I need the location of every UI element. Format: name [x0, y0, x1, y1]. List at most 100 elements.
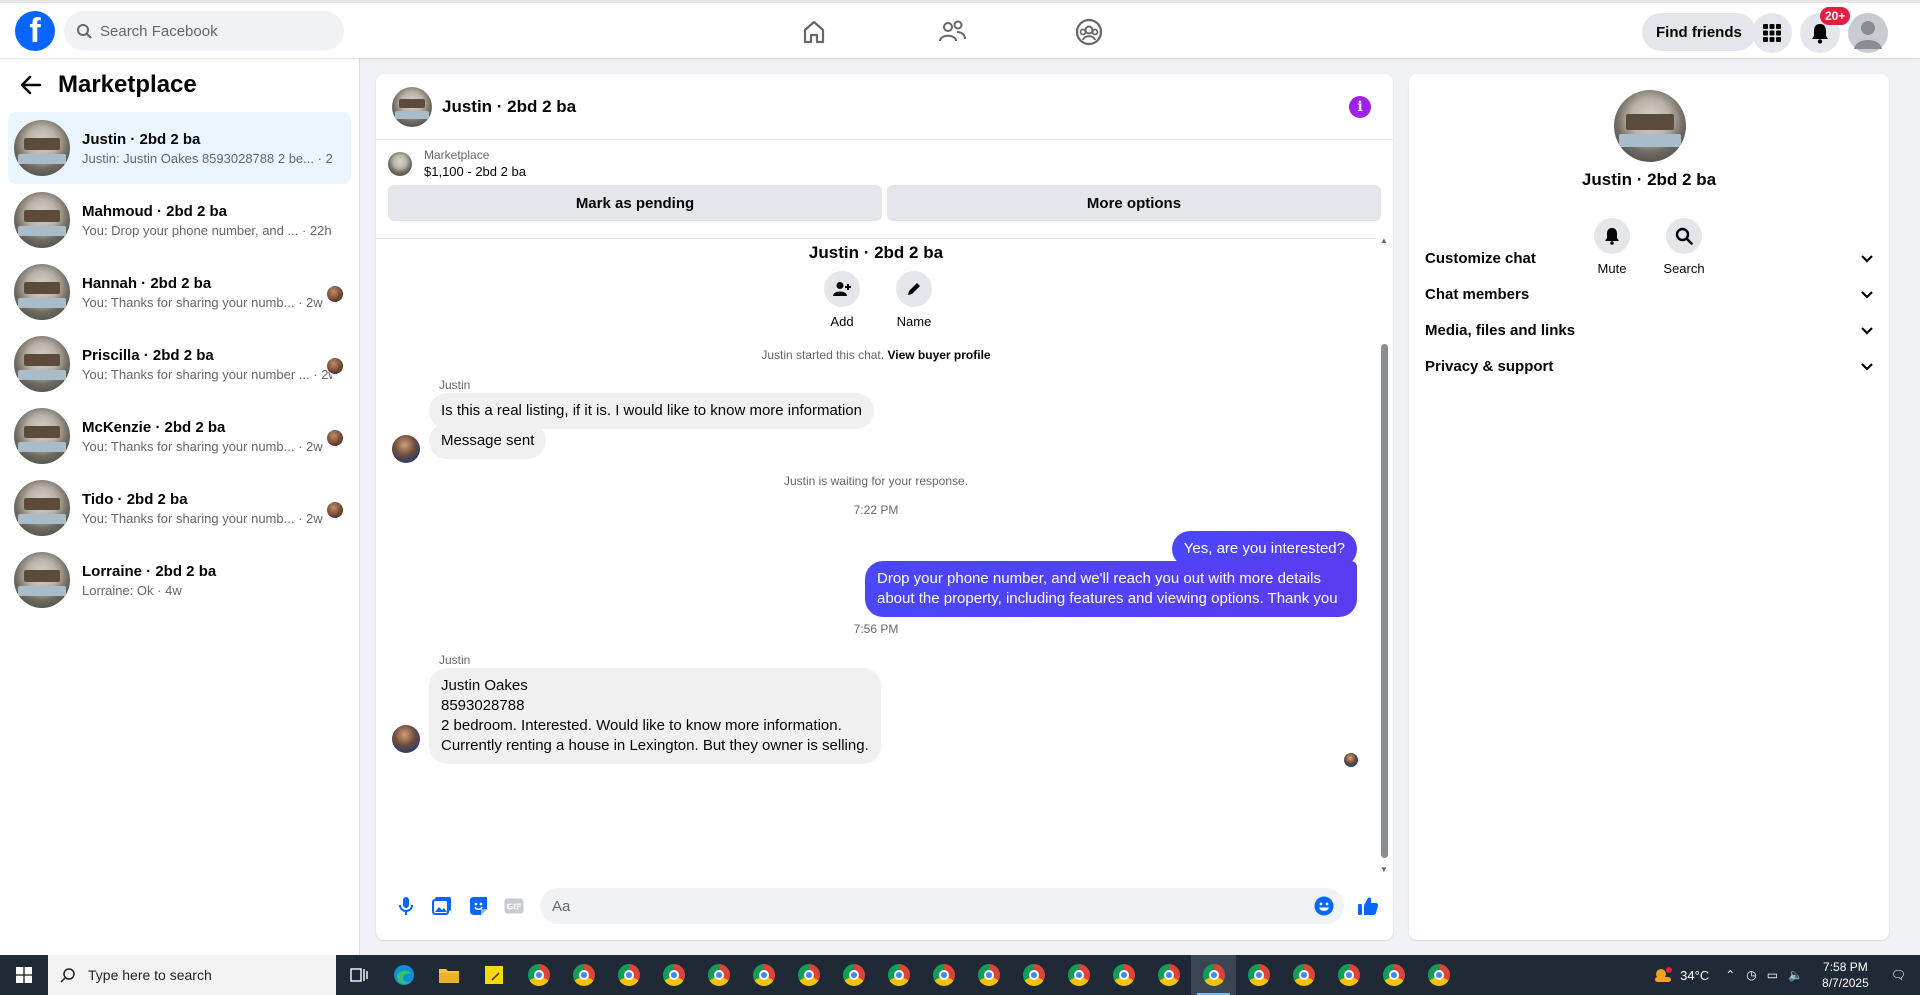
photo-icon[interactable] — [424, 888, 460, 924]
conversation-item[interactable]: Hannah · 2bd 2 ba You: Thanks for sharing… — [8, 256, 351, 328]
friends-icon[interactable] — [936, 16, 968, 48]
facebook-logo[interactable]: f — [15, 11, 55, 51]
conversation-item[interactable]: Priscilla · 2bd 2 ba You: Thanks for shar… — [8, 328, 351, 400]
chrome-browser-icon[interactable] — [876, 955, 921, 995]
chrome-browser-icon[interactable] — [1416, 955, 1461, 995]
listing-photo[interactable] — [1614, 90, 1686, 162]
chrome-browser-icon[interactable] — [831, 955, 876, 995]
thumbs-up-icon[interactable] — [1350, 888, 1386, 924]
windows-start-button[interactable] — [0, 955, 48, 995]
message-input[interactable] — [552, 897, 1292, 915]
privacy-support-section[interactable]: Privacy & support — [1425, 358, 1873, 375]
edge-browser-icon[interactable] — [381, 955, 426, 995]
groups-icon[interactable] — [1073, 16, 1105, 48]
search-input[interactable] — [100, 22, 320, 40]
conversation-item[interactable]: Mahmoud · 2bd 2 ba You: Drop your phone n… — [8, 184, 351, 256]
gif-icon[interactable]: GIF — [496, 888, 532, 924]
weather-icon[interactable] — [1652, 966, 1674, 984]
chat-title[interactable]: Justin · 2bd 2 ba — [442, 97, 576, 117]
view-buyer-profile-link[interactable]: View buyer profile — [887, 348, 990, 362]
sticker-icon[interactable] — [460, 888, 496, 924]
conversation-name: Priscilla · 2bd 2 ba — [82, 346, 214, 364]
task-view-icon[interactable] — [336, 955, 381, 995]
chrome-browser-icon[interactable] — [1326, 955, 1371, 995]
chrome-browser-icon[interactable] — [696, 955, 741, 995]
volume-icon[interactable]: 🔈 — [1788, 968, 1803, 982]
scroll-up-arrow[interactable]: ▲ — [1380, 236, 1388, 245]
taskbar-clock[interactable]: 7:58 PM 8/7/2025 — [1822, 959, 1869, 991]
chevron-down-icon — [1861, 362, 1873, 371]
emoji-icon[interactable] — [1314, 896, 1334, 916]
search-action[interactable]: Search — [1663, 218, 1705, 276]
chrome-browser-icon[interactable] — [651, 955, 696, 995]
seen-avatar — [327, 358, 343, 374]
conversation-item[interactable]: Justin · 2bd 2 ba Justin: Justin Oakes 85… — [8, 112, 351, 184]
chrome-browser-icon[interactable] — [1191, 955, 1236, 995]
incoming-message-multiline[interactable]: Justin Oakes 8593028788 2 bedroom. Inter… — [429, 668, 881, 764]
info-icon[interactable]: i — [1349, 96, 1371, 118]
chrome-browser-icon[interactable] — [966, 955, 1011, 995]
profile-avatar-button[interactable] — [1848, 13, 1888, 53]
sticky-notes-icon[interactable] — [471, 955, 516, 995]
listing-info-row[interactable]: Marketplace $1,100 - 2bd 2 ba — [376, 140, 1393, 179]
media-files-links-section[interactable]: Media, files and links — [1425, 322, 1873, 339]
notification-center-icon[interactable]: 🗨 — [1891, 968, 1906, 982]
sender-avatar[interactable] — [392, 435, 420, 463]
chrome-browser-icon[interactable] — [921, 955, 966, 995]
meet-icon[interactable]: ◷ — [1746, 968, 1756, 982]
chat-window: Justin · 2bd 2 ba i Marketplace $1,100 -… — [376, 74, 1393, 940]
chrome-browser-icon[interactable] — [1056, 955, 1101, 995]
taskbar-search-box[interactable]: Type here to search — [48, 955, 336, 995]
conversation-item[interactable]: Tido · 2bd 2 ba You: Thanks for sharing y… — [8, 472, 351, 544]
pencil-icon — [908, 283, 920, 295]
chevron-up-icon[interactable]: ⌃ — [1725, 968, 1735, 982]
chrome-browser-icon[interactable] — [516, 955, 561, 995]
menu-grid-button[interactable] — [1752, 13, 1792, 53]
search-facebook-box[interactable] — [64, 11, 344, 51]
incoming-message[interactable]: Message sent — [429, 423, 547, 459]
notifications-button[interactable]: 20+ — [1800, 7, 1851, 53]
sender-name: Justin — [439, 378, 471, 392]
more-options-button[interactable]: More options — [887, 185, 1381, 221]
chrome-browser-icon[interactable] — [1101, 955, 1146, 995]
find-friends-button[interactable]: Find friends — [1642, 13, 1756, 51]
add-action[interactable]: Add — [822, 271, 862, 329]
chrome-browser-icon[interactable] — [1281, 955, 1326, 995]
chat-scrollbar[interactable]: ▲ ▼ — [1379, 236, 1389, 874]
scroll-thumb[interactable] — [1381, 344, 1388, 858]
outgoing-message[interactable]: Drop your phone number, and we'll reach … — [865, 561, 1357, 617]
file-explorer-icon[interactable] — [426, 955, 471, 995]
timestamp: 7:56 PM — [853, 622, 899, 636]
chrome-browser-icon[interactable] — [1011, 955, 1056, 995]
listing-thumbnail[interactable] — [392, 86, 432, 127]
thread-title: Justin · 2bd 2 ba — [808, 243, 944, 262]
customize-chat-section[interactable]: Customize chat — [1425, 250, 1873, 267]
conversation-thumbnail — [14, 480, 70, 536]
conversation-item[interactable]: Lorraine · 2bd 2 ba Lorraine: Ok · 4w — [8, 544, 351, 616]
listing-source: Marketplace — [424, 148, 490, 162]
chat-started-note: Justin started this chat. View buyer pro… — [761, 348, 991, 362]
back-arrow-icon[interactable] — [20, 75, 42, 95]
network-icon[interactable]: ▭ — [1767, 968, 1778, 982]
message-input-box[interactable] — [540, 888, 1344, 924]
sender-avatar[interactable] — [392, 725, 420, 753]
marketplace-header: Marketplace — [0, 58, 359, 112]
chrome-browser-icon[interactable] — [1371, 955, 1416, 995]
chrome-browser-icon[interactable] — [1236, 955, 1281, 995]
listing-actions: Mark as pending More options — [376, 179, 1393, 221]
conversation-name: Lorraine · 2bd 2 ba — [82, 562, 217, 580]
mute-action[interactable]: Mute — [1592, 218, 1632, 276]
chrome-browser-icon[interactable] — [561, 955, 606, 995]
chat-members-section[interactable]: Chat members — [1425, 286, 1873, 303]
mark-as-pending-button[interactable]: Mark as pending — [388, 185, 882, 221]
chrome-browser-icon[interactable] — [786, 955, 831, 995]
chrome-browser-icon[interactable] — [1146, 955, 1191, 995]
conversation-item[interactable]: McKenzie · 2bd 2 ba You: Thanks for shari… — [8, 400, 351, 472]
microphone-icon[interactable] — [388, 888, 424, 924]
chrome-browser-icon[interactable] — [606, 955, 651, 995]
conversation-preview: You: Thanks for sharing your numb... · 2… — [82, 294, 323, 310]
name-action[interactable]: Name — [894, 271, 934, 329]
home-icon[interactable] — [798, 16, 830, 48]
page-scrollbar[interactable] — [1903, 58, 1920, 955]
chrome-browser-icon[interactable] — [741, 955, 786, 995]
